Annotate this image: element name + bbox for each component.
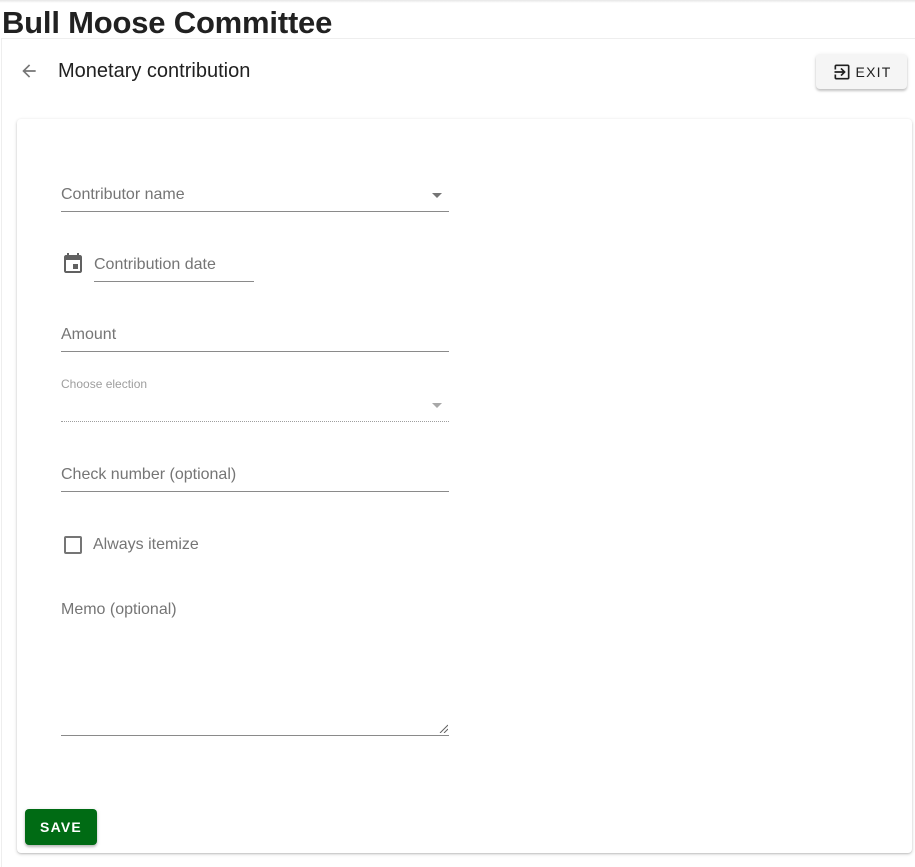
field-underline [94,281,254,282]
resize-grip-icon[interactable] [439,724,448,733]
memo-textarea[interactable]: Memo (optional) [61,597,449,736]
election-label: Choose election [61,377,148,391]
field-underline [61,351,449,352]
check-number-input[interactable]: Check number (optional) [61,451,449,492]
election-select[interactable]: Choose election [61,375,449,422]
always-itemize-checkbox[interactable] [64,536,82,554]
back-button[interactable] [16,58,42,84]
amount-input[interactable]: Amount [61,311,449,352]
field-underline [61,735,449,736]
field-underline-disabled [61,421,449,422]
contributor-name-label: Contributor name [61,186,185,203]
exit-button[interactable]: EXIT [816,54,907,89]
exit-label: EXIT [855,63,892,80]
arrow-left-icon [22,64,36,78]
contribution-date-input[interactable]: Contribution date [94,241,254,282]
memo-label: Memo (optional) [61,601,177,618]
committee-title: Bull Moose Committee [2,5,333,40]
contributor-name-select[interactable]: Contributor name [61,171,449,212]
always-itemize-label: Always itemize [93,536,199,553]
contribution-date-label: Contribution date [94,256,216,273]
field-underline [61,211,449,212]
save-button[interactable]: SAVE [25,809,97,845]
calendar-icon[interactable] [61,252,85,276]
amount-label: Amount [61,326,117,343]
top-shadow [0,0,915,3]
always-itemize-checkbox-row[interactable]: Always itemize [61,533,199,557]
check-number-label: Check number (optional) [61,466,237,483]
exit-to-app-icon [834,64,850,79]
field-underline [61,491,449,492]
contribution-form-card: Contributor name Contribution date Amoun… [17,119,912,853]
arrow-drop-down-icon [432,193,442,198]
page-title: Monetary contribution [58,60,251,82]
arrow-drop-down-icon [432,403,442,408]
